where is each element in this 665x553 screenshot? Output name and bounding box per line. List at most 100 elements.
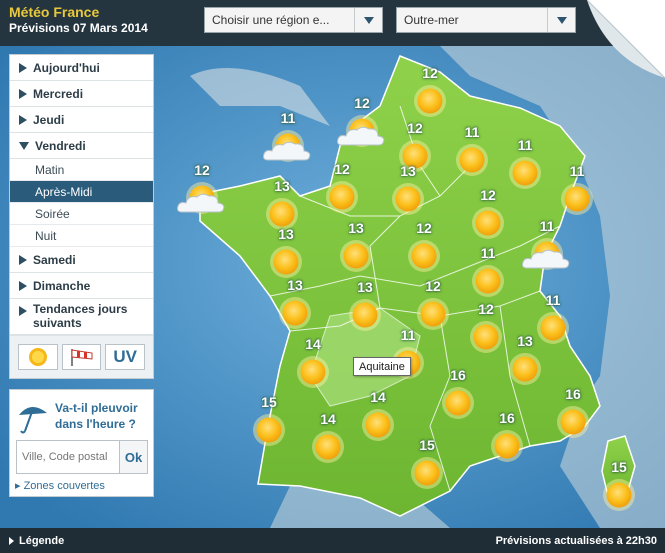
city-postcode-input[interactable] (16, 440, 120, 474)
covered-zones-link[interactable]: ▸ Zones couvertes (15, 479, 105, 492)
nav-item-today[interactable]: Aujourd'hui (10, 55, 153, 81)
footer-bar: Légende Prévisions actualisées à 22h30 (0, 528, 665, 553)
forecast-marker[interactable]: 13 (266, 226, 306, 282)
sun-icon (557, 406, 589, 438)
nav-item-friday[interactable]: Vendredi (10, 133, 153, 159)
region-select-value: Choisir une région e... (212, 13, 330, 27)
forecast-marker[interactable]: 12 (337, 95, 385, 151)
region-tooltip: Aquitaine (353, 357, 411, 376)
update-time: Prévisions actualisées à 22h30 (495, 535, 657, 547)
forecast-marker[interactable]: 16 (438, 367, 478, 423)
brand[interactable]: Météo France Prévisions 07 Mars 2014 (9, 4, 148, 36)
period-morning[interactable]: Matin (10, 159, 153, 181)
triangle-right-icon (19, 254, 27, 265)
ok-button[interactable]: Ok (120, 440, 148, 474)
cloud-icon (263, 141, 311, 161)
nav-item-label: Dimanche (33, 278, 91, 293)
triangle-right-icon (9, 537, 14, 545)
forecast-marker[interactable]: 13 (505, 333, 545, 389)
forecast-marker[interactable]: 12 (404, 220, 444, 276)
nav-item-trends[interactable]: Tendances jours suivants (10, 299, 153, 335)
forecast-marker[interactable]: 16 (553, 386, 593, 442)
forecast-marker[interactable]: 12 (322, 161, 362, 217)
forecast-marker[interactable]: 14 (293, 336, 333, 392)
forecast-marker[interactable]: 14 (308, 411, 348, 467)
triangle-right-icon (19, 114, 27, 125)
forecast-marker[interactable]: 16 (487, 410, 527, 466)
forecast-marker[interactable]: 11 (505, 137, 545, 193)
forecast-temperature: 12 (416, 220, 432, 236)
sun-icon (279, 297, 311, 329)
forecast-temperature: 12 (354, 95, 370, 111)
map-mode-selector: UV (10, 335, 153, 378)
rain-widget: Va-t-il pleuvoir dans l'heure ? Ok ▸ Zon… (9, 389, 154, 497)
forecast-temperature: 13 (348, 220, 364, 236)
outremer-select[interactable]: Outre-mer (396, 7, 576, 33)
forecast-marker[interactable]: 13 (336, 220, 376, 276)
forecast-temperature: 11 (280, 110, 296, 126)
sun-icon (28, 348, 47, 366)
forecast-marker[interactable]: 15 (249, 394, 289, 450)
forecast-temperature: 13 (357, 279, 373, 295)
sun-icon (270, 246, 302, 278)
forecast-marker[interactable]: 12 (468, 187, 508, 243)
forecast-date: Prévisions 07 Mars 2014 (9, 21, 148, 35)
period-night[interactable]: Nuit (10, 225, 153, 247)
forecast-temperature: 11 (545, 292, 561, 308)
forecast-marker[interactable]: 14 (358, 389, 398, 445)
forecast-marker[interactable]: 15 (599, 459, 639, 515)
page-curl-icon[interactable] (587, 0, 665, 78)
brand-title: Météo France (9, 4, 100, 20)
wind-mode-button[interactable] (61, 344, 102, 370)
period-afternoon[interactable]: Après-Midi (10, 181, 153, 203)
sun-icon (411, 457, 443, 489)
sun-icon (509, 353, 541, 385)
forecast-marker[interactable]: 12 (177, 162, 225, 218)
forecast-marker[interactable]: 15 (407, 437, 447, 493)
sun-icon (414, 85, 446, 117)
forecast-temperature: 16 (565, 386, 581, 402)
forecast-marker[interactable]: 11 (468, 245, 508, 301)
sun-icon (561, 183, 593, 215)
forecast-temperature: 11 (569, 163, 585, 179)
nav-item-label: Samedi (33, 252, 76, 267)
period-evening[interactable]: Soirée (10, 203, 153, 225)
forecast-temperature: 11 (539, 218, 555, 234)
forecast-marker[interactable]: 11 (452, 124, 492, 180)
forecast-marker[interactable]: 13 (388, 163, 428, 219)
forecast-marker[interactable]: 11 (263, 110, 311, 166)
cloud-icon (177, 193, 225, 213)
forecast-marker[interactable]: 12 (466, 301, 506, 357)
forecast-marker[interactable]: 13 (345, 279, 385, 335)
triangle-right-icon (19, 280, 27, 291)
forecast-temperature: 11 (400, 327, 416, 343)
sun-icon (326, 181, 358, 213)
nav-item-thursday[interactable]: Jeudi (10, 107, 153, 133)
chevron-down-icon[interactable] (547, 8, 575, 32)
nav-item-wednesday[interactable]: Mercredi (10, 81, 153, 107)
uv-mode-button[interactable]: UV (105, 344, 146, 370)
forecast-marker[interactable]: 11 (557, 163, 597, 219)
nav-item-sunday[interactable]: Dimanche (10, 273, 153, 299)
forecast-marker[interactable]: 12 (410, 65, 450, 121)
forecast-marker[interactable]: 13 (275, 277, 315, 333)
weather-mode-button[interactable] (18, 344, 58, 370)
nav-item-label: Vendredi (35, 138, 86, 153)
forecast-temperature: 15 (419, 437, 435, 453)
sun-icon (509, 157, 541, 189)
region-select[interactable]: Choisir une région e... (204, 7, 383, 33)
forecast-temperature: 14 (320, 411, 336, 427)
forecast-temperature: 15 (611, 459, 627, 475)
forecast-marker[interactable]: 11 (522, 218, 570, 274)
sun-icon (392, 183, 424, 215)
nav-item-saturday[interactable]: Samedi (10, 247, 153, 273)
legend-toggle[interactable]: Légende (9, 535, 64, 547)
sun-icon (603, 479, 635, 511)
outremer-select-value: Outre-mer (404, 13, 459, 27)
umbrella-icon (19, 406, 47, 434)
triangle-right-icon (19, 62, 27, 73)
header-bar: Météo France Prévisions 07 Mars 2014 Cho… (0, 0, 665, 46)
nav-item-label: Aujourd'hui (33, 60, 100, 75)
chevron-down-icon[interactable] (354, 8, 382, 32)
triangle-right-icon (19, 88, 27, 99)
